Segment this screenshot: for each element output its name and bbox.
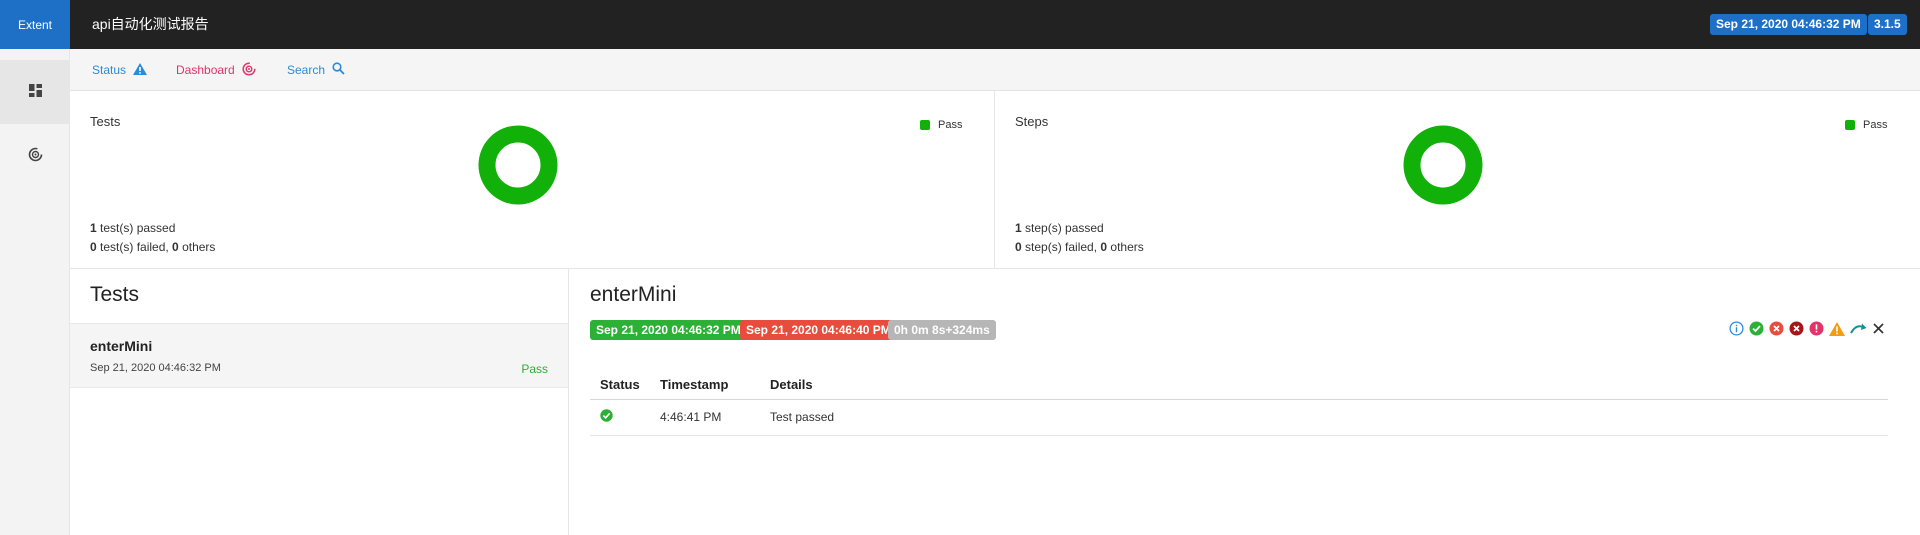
tests-card-title: Tests xyxy=(90,114,121,129)
test-detail-panel: enterMini Sep 21, 2020 04:46:32 PM Sep 2… xyxy=(570,269,1920,535)
tests-passed-text: test(s) passed xyxy=(96,221,176,235)
warning-icon[interactable] xyxy=(1829,321,1845,336)
steps-pass-slice xyxy=(1403,125,1483,205)
nav-search-link[interactable]: Search xyxy=(287,49,345,91)
sidebar-item-dashboard[interactable] xyxy=(0,124,70,188)
steps-failed-count: 0 xyxy=(1015,240,1022,254)
steps-donut-chart xyxy=(1403,125,1483,205)
log-details-cell: Test passed xyxy=(760,399,1888,436)
test-list-heading: Tests xyxy=(90,283,140,306)
tests-passed-count: 1 xyxy=(90,221,97,235)
test-status-label: Pass xyxy=(521,362,548,376)
duration-badge: 0h 0m 8s+324ms xyxy=(888,320,996,340)
log-status-filters xyxy=(1729,321,1885,336)
report-date-badge: Sep 21, 2020 04:46:32 PM xyxy=(1710,14,1867,35)
gauge-icon xyxy=(235,61,256,79)
fatal-icon[interactable] xyxy=(1789,321,1804,336)
steps-summary-card: Steps Pass 1 step(s) passed 0 step(s) fa… xyxy=(995,91,1920,269)
column-header-timestamp: Timestamp xyxy=(650,371,760,400)
tests-legend-label: Pass xyxy=(938,119,963,131)
log-table: Status Timestamp Details 4:46:41 PM Test… xyxy=(590,371,1888,436)
log-timestamp-cell: 4:46:41 PM xyxy=(650,399,760,436)
pass-legend-swatch xyxy=(1845,120,1855,130)
pass-legend-swatch xyxy=(920,120,930,130)
version-badge: 3.1.5 xyxy=(1868,14,1907,35)
tests-failed-text: test(s) failed, xyxy=(96,240,173,254)
search-icon xyxy=(325,62,345,78)
clear-filter-icon[interactable] xyxy=(1872,322,1885,335)
tests-others-text: others xyxy=(178,240,216,254)
tests-summary-card: Tests Pass 1 test(s) passed 0 test(s) fa… xyxy=(70,91,995,269)
check-circle-icon xyxy=(600,409,613,425)
sidebar xyxy=(0,49,70,535)
steps-legend-label: Pass xyxy=(1863,119,1888,131)
info-icon[interactable] xyxy=(1729,321,1744,336)
test-name: enterMini xyxy=(90,338,153,354)
nav-status-label: Status xyxy=(92,63,127,77)
table-row: 4:46:41 PM Test passed xyxy=(590,399,1888,436)
error-icon[interactable] xyxy=(1809,321,1824,336)
tests-others-count: 0 xyxy=(172,240,179,254)
steps-legend[interactable]: Pass xyxy=(1845,119,1887,131)
brand-logo[interactable]: Extent xyxy=(0,0,70,49)
tests-legend[interactable]: Pass xyxy=(920,119,962,131)
nav-status-link[interactable]: Status xyxy=(92,49,148,91)
tests-passed-summary: 1 test(s) passed xyxy=(90,221,175,235)
pass-icon[interactable] xyxy=(1749,321,1764,336)
test-list-item[interactable]: enterMini Sep 21, 2020 04:46:32 PM Pass xyxy=(70,323,568,388)
tests-donut-chart xyxy=(478,125,558,205)
warning-icon xyxy=(126,62,148,78)
column-header-details: Details xyxy=(760,371,1888,400)
skip-icon[interactable] xyxy=(1850,322,1867,335)
nav-search-label: Search xyxy=(287,63,326,77)
top-bar: Extent api自动化测试报告 Sep 21, 2020 04:46:32 … xyxy=(0,0,1920,49)
end-time-badge: Sep 21, 2020 04:46:40 PM xyxy=(740,320,897,340)
steps-failed-text: step(s) failed, xyxy=(1021,240,1101,254)
tests-pass-slice xyxy=(478,125,558,205)
start-time-badge: Sep 21, 2020 04:46:32 PM xyxy=(590,320,747,340)
report-title: api自动化测试报告 xyxy=(92,16,209,32)
log-table-header-row: Status Timestamp Details xyxy=(590,371,1888,400)
steps-card-title: Steps xyxy=(1015,114,1049,129)
steps-passed-text: step(s) passed xyxy=(1021,221,1104,235)
column-header-status: Status xyxy=(590,371,650,400)
sidebar-item-test-view[interactable] xyxy=(0,60,70,124)
nav-dashboard-label: Dashboard xyxy=(176,63,235,77)
detail-test-name: enterMini xyxy=(590,283,677,306)
steps-passed-count: 1 xyxy=(1015,221,1022,235)
log-status-cell xyxy=(590,399,650,436)
steps-failed-summary: 0 step(s) failed, 0 others xyxy=(1015,240,1144,254)
dashboard-gauge-icon xyxy=(28,147,43,165)
steps-others-text: others xyxy=(1107,240,1144,254)
test-list-panel: Tests enterMini Sep 21, 2020 04:46:32 PM… xyxy=(70,269,569,535)
fail-icon[interactable] xyxy=(1769,321,1784,336)
sub-navigation: Status Dashboard Search xyxy=(70,49,1920,91)
steps-passed-summary: 1 step(s) passed xyxy=(1015,221,1104,235)
tests-failed-summary: 0 test(s) failed, 0 others xyxy=(90,240,215,254)
nav-dashboard-link[interactable]: Dashboard xyxy=(176,49,256,91)
dashboard-grid-icon xyxy=(28,84,42,100)
test-start-time: Sep 21, 2020 04:46:32 PM xyxy=(90,362,221,374)
tests-failed-count: 0 xyxy=(90,240,97,254)
